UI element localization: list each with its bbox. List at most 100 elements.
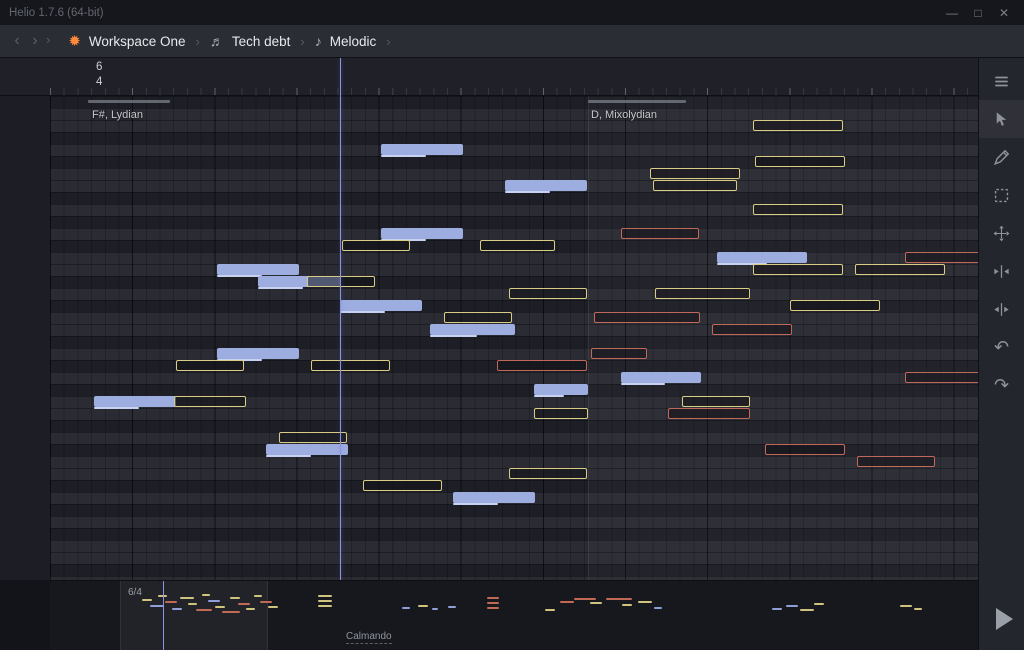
playhead[interactable] [340,58,341,580]
breadcrumb-project[interactable]: ♬ Tech debt [200,25,301,57]
note[interactable] [497,360,587,371]
selection-tool-icon[interactable] [979,176,1024,214]
note[interactable] [307,276,375,287]
minimap-note-mark [487,607,499,609]
close-button[interactable]: ✕ [994,6,1014,20]
note[interactable] [94,396,176,409]
note[interactable] [505,180,587,193]
minimap-note-mark [260,601,272,603]
nav-history: ‹ › › [0,32,58,50]
note[interactable] [621,372,701,385]
note[interactable] [717,252,807,265]
note[interactable] [176,360,244,371]
forward-icon[interactable]: › [28,32,42,50]
note[interactable] [857,456,935,467]
tool-list: ↶ ↷ [979,58,1024,404]
minimap-note-mark [222,611,240,613]
note[interactable] [790,300,880,311]
note[interactable] [753,120,843,131]
note[interactable] [755,156,845,167]
keyboard-strip[interactable] [0,58,50,650]
note[interactable] [594,312,700,323]
note[interactable] [509,288,587,299]
tempo-annotation[interactable]: Calmando [346,631,392,644]
minimap-note-mark [545,609,555,611]
minimap-note-mark [814,603,824,605]
minimap-note-mark [318,605,332,607]
note[interactable] [668,408,750,419]
note[interactable] [682,396,750,407]
workspace-star-icon: ✹ [68,33,81,50]
note[interactable] [381,228,463,241]
back-icon[interactable]: ‹ [10,32,24,50]
minimap-note-mark [238,603,250,605]
note[interactable] [363,480,442,491]
minimap-viewport[interactable] [120,581,268,650]
minimap-note-mark [800,609,814,611]
undo-icon[interactable]: ↶ [979,328,1024,366]
note[interactable] [266,444,348,457]
minimap-corner [0,580,50,650]
breadcrumb-track[interactable]: ♪ Melodic [305,25,387,57]
note[interactable] [480,240,555,251]
note[interactable] [753,264,843,275]
cursor-tool-icon[interactable] [979,100,1024,138]
note[interactable] [453,492,535,505]
title-bar: Helio 1.7.6 (64-bit) — □ ✕ [0,0,1024,25]
note[interactable] [591,348,647,359]
note[interactable] [650,168,740,179]
play-button[interactable] [979,600,1024,638]
note[interactable] [712,324,792,335]
breadcrumb-workspace[interactable]: ✹ Workspace One [58,25,195,57]
minimap-playhead [163,581,164,650]
minimap-note-mark [487,597,499,599]
note[interactable] [340,300,422,313]
menu-icon[interactable] [979,62,1024,100]
minimap-note-mark [786,605,798,607]
clef-icon: ♬ [209,33,224,49]
note[interactable] [311,360,390,371]
note[interactable] [217,264,299,277]
maximize-button[interactable]: □ [968,6,988,20]
window-controls: — □ ✕ [942,6,1024,20]
note[interactable] [621,228,699,239]
note[interactable] [765,444,845,455]
minimap-note-mark [560,601,574,603]
breadcrumb-track-label: Melodic [329,33,377,49]
note[interactable] [534,408,588,419]
note[interactable] [534,384,588,397]
project-minimap[interactable]: 6/4 Calmando [50,580,978,650]
note[interactable] [430,324,515,337]
merge-tool-icon[interactable] [979,290,1024,328]
minimap-note-mark [487,602,499,604]
minimap-note-mark [606,598,632,600]
minimap-note-mark [418,605,428,607]
note[interactable] [655,288,750,299]
note[interactable] [753,204,843,215]
note[interactable] [444,312,512,323]
draw-tool-icon[interactable] [979,138,1024,176]
note[interactable] [381,144,463,157]
drag-tool-icon[interactable] [979,214,1024,252]
note[interactable] [653,180,737,191]
note[interactable] [342,240,410,251]
minimap-note-mark [432,608,438,610]
note[interactable] [509,468,587,479]
note[interactable] [279,432,347,443]
play-icon [995,608,1013,630]
note[interactable] [174,396,246,407]
expand-tool-icon[interactable] [979,252,1024,290]
note[interactable] [217,348,299,361]
ruler-corner [0,58,50,96]
minimap-note-mark [622,604,632,606]
minimap-note-mark [246,608,255,610]
note[interactable] [905,252,978,263]
redo-icon[interactable]: ↷ [979,366,1024,404]
minimap-note-mark [318,600,332,602]
window-title: Helio 1.7.6 (64-bit) [9,6,104,19]
minimize-button[interactable]: — [942,6,962,20]
note[interactable] [855,264,945,275]
note[interactable] [905,372,978,383]
piano-roll[interactable]: 6 4 F#, Lydian D, Mixolydian [50,58,978,580]
minimap-note-mark [638,601,652,603]
